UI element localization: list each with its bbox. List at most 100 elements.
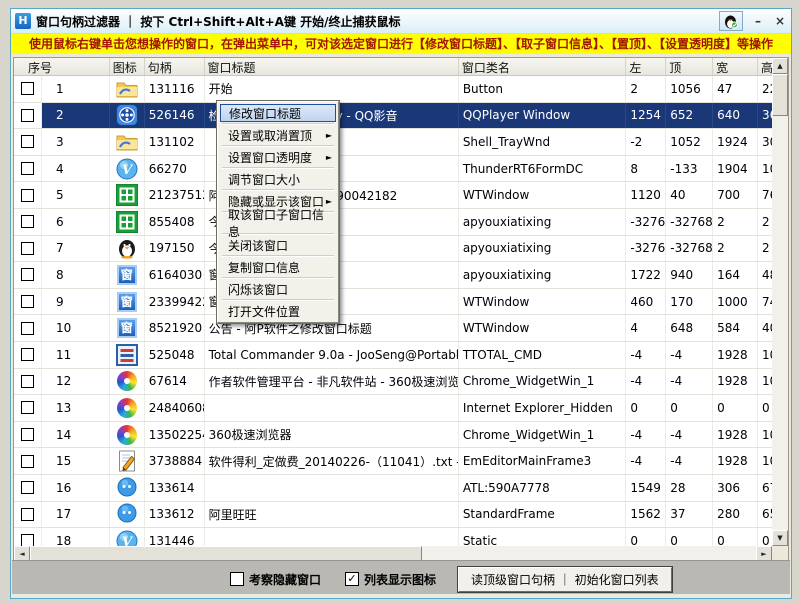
- column-header-1[interactable]: 序号: [14, 58, 110, 75]
- cell-num: 2: [42, 103, 110, 129]
- list-content: 序号图标句柄窗口标题窗口类名左顶宽高 1131116开始Button210564…: [14, 58, 772, 546]
- read-handles-button[interactable]: 读顶级窗口句柄 ｜ 初始化窗口列表: [458, 567, 672, 592]
- cell-top: 40: [666, 182, 713, 208]
- pinwheel-icon: [115, 397, 138, 419]
- row-checkbox-cell: [14, 528, 42, 546]
- row-checkbox-cell: [14, 262, 42, 288]
- row-checkbox[interactable]: [21, 135, 34, 148]
- table-row[interactable]: 1413502254360极速浏览器Chrome_WidgetWin_1-4-4…: [14, 422, 772, 449]
- checkbox-show-icons-label: 列表显示图标: [364, 571, 436, 588]
- cell-top: 1056: [666, 76, 713, 102]
- column-header-6[interactable]: 左: [626, 58, 666, 75]
- cell-top: -4: [666, 342, 713, 368]
- table-row[interactable]: 17133612阿里旺旺StandardFrame15623728065: [14, 502, 772, 529]
- row-checkbox[interactable]: [21, 455, 34, 468]
- column-header-9[interactable]: 高: [758, 58, 772, 75]
- row-checkbox[interactable]: [21, 109, 34, 122]
- minimize-button[interactable]: –: [751, 14, 765, 28]
- menu-item[interactable]: 调节窗口大小: [220, 170, 336, 188]
- row-checkbox-cell: [14, 209, 42, 235]
- vertical-scroll-thumb[interactable]: [772, 74, 788, 116]
- table-row[interactable]: 7197150今apyouxiatixing-32768-3276822: [14, 236, 772, 263]
- checkbox-hidden-windows-box[interactable]: [230, 572, 244, 586]
- row-checkbox[interactable]: [21, 401, 34, 414]
- cell-handle: 23399422: [145, 289, 205, 315]
- column-header-5[interactable]: 窗口类名: [459, 58, 627, 75]
- row-checkbox[interactable]: [21, 508, 34, 521]
- list-rows: 1131116开始Button2105647222526146检 kv - QQ…: [14, 76, 772, 546]
- table-row[interactable]: 1324840608Internet Explorer_Hidden0000: [14, 395, 772, 422]
- cell-num: 18: [42, 528, 110, 546]
- column-header-2[interactable]: 图标: [110, 58, 145, 75]
- table-row[interactable]: 3131102Shell_TrayWnd-21052192430: [14, 129, 772, 156]
- row-checkbox[interactable]: [21, 375, 34, 388]
- table-row[interactable]: 1267614作者软件管理平台 - 非凡软件站 - 360极速浏览器Chrome…: [14, 369, 772, 396]
- table-row[interactable]: 153738884软件得利_定做费_20140226-（11041）.txt -…: [14, 448, 772, 475]
- row-checkbox[interactable]: [21, 322, 34, 335]
- cell-left: 0: [626, 528, 666, 546]
- checkbox-show-icons-box[interactable]: ✓: [345, 572, 359, 586]
- vertical-scrollbar[interactable]: ▲ ▼: [772, 58, 788, 546]
- row-checkbox[interactable]: [21, 82, 34, 95]
- menu-item[interactable]: 闪烁该窗口: [220, 280, 336, 298]
- row-checkbox[interactable]: [21, 534, 34, 546]
- cell-handle: 3738884: [145, 448, 205, 474]
- menu-item[interactable]: 修改窗口标题: [220, 104, 336, 122]
- row-checkbox[interactable]: [21, 162, 34, 175]
- cell-title: 360极速浏览器: [205, 422, 459, 448]
- row-checkbox[interactable]: [21, 295, 34, 308]
- column-header-8[interactable]: 宽: [713, 58, 758, 75]
- menu-item[interactable]: 取该窗口子窗口信息: [220, 214, 336, 232]
- cell-icon: [110, 475, 145, 501]
- table-row[interactable]: 8窗6164030窗apyouxiatixing172294016448: [14, 262, 772, 289]
- row-checkbox[interactable]: [21, 268, 34, 281]
- menu-item[interactable]: 复制窗口信息: [220, 258, 336, 276]
- table-row[interactable]: 1131116开始Button210564722: [14, 76, 772, 103]
- cell-left: 1549: [626, 475, 666, 501]
- tc-icon: [115, 344, 138, 366]
- row-checkbox[interactable]: [21, 428, 34, 441]
- column-header-4[interactable]: 窗口标题: [205, 58, 459, 75]
- table-row[interactable]: 6855408今apyouxiatixing-32768-3276822: [14, 209, 772, 236]
- row-checkbox[interactable]: [21, 242, 34, 255]
- row-checkbox-cell: [14, 342, 42, 368]
- row-checkbox[interactable]: [21, 481, 34, 494]
- cell-height: 40: [758, 315, 772, 341]
- menu-item[interactable]: 设置或取消置顶►: [220, 126, 336, 144]
- cell-handle: 13502254: [145, 422, 205, 448]
- row-checkbox[interactable]: [21, 215, 34, 228]
- close-button[interactable]: ×: [773, 14, 787, 28]
- table-row[interactable]: 11525048Total Commander 9.0a - JooSeng@P…: [14, 342, 772, 369]
- menu-item-label: 闪烁该窗口: [228, 281, 288, 298]
- table-row[interactable]: 521237512阿 790042182WTWindow11204070076: [14, 182, 772, 209]
- pinwheel-icon: [117, 371, 137, 391]
- cell-icon: 窗: [110, 289, 145, 315]
- scroll-down-button[interactable]: ▼: [772, 530, 788, 546]
- cell-top: -4: [666, 369, 713, 395]
- cell-class: ThunderRT6FormDC: [459, 156, 627, 182]
- menu-item[interactable]: 关闭该窗口: [220, 236, 336, 254]
- qq-penguin-button[interactable]: [719, 11, 743, 31]
- cell-num: 11: [42, 342, 110, 368]
- cell-top: 652: [666, 103, 713, 129]
- cell-icon: [110, 76, 145, 102]
- cell-num: 12: [42, 369, 110, 395]
- table-row[interactable]: 2526146检 kv - QQ影音QQPlayer Window1254652…: [14, 103, 772, 130]
- menu-item[interactable]: 设置窗口透明度►: [220, 148, 336, 166]
- table-row[interactable]: 10窗8521920公告 - 阿P软件之修改窗口标题WTWindow464858…: [14, 315, 772, 342]
- cell-width: 1000: [713, 289, 758, 315]
- scroll-up-button[interactable]: ▲: [772, 58, 788, 74]
- table-row[interactable]: 4V66270ThunderRT6FormDC8-133190410: [14, 156, 772, 183]
- row-checkbox[interactable]: [21, 189, 34, 202]
- checkbox-hidden-windows[interactable]: 考察隐藏窗口: [230, 571, 321, 588]
- table-row[interactable]: 18V131446Static0000: [14, 528, 772, 546]
- cell-handle: 855408: [145, 209, 205, 235]
- column-header-3[interactable]: 句柄: [145, 58, 205, 75]
- menu-item[interactable]: 打开文件位置: [220, 302, 336, 320]
- table-row[interactable]: 16133614ATL:590A777815492830667: [14, 475, 772, 502]
- checkbox-show-icons[interactable]: ✓ 列表显示图标: [345, 571, 436, 588]
- table-row[interactable]: 9窗23399422窗WTWindow460170100074: [14, 289, 772, 316]
- column-header-7[interactable]: 顶: [666, 58, 713, 75]
- cell-class: Static: [459, 528, 627, 546]
- row-checkbox[interactable]: [21, 348, 34, 361]
